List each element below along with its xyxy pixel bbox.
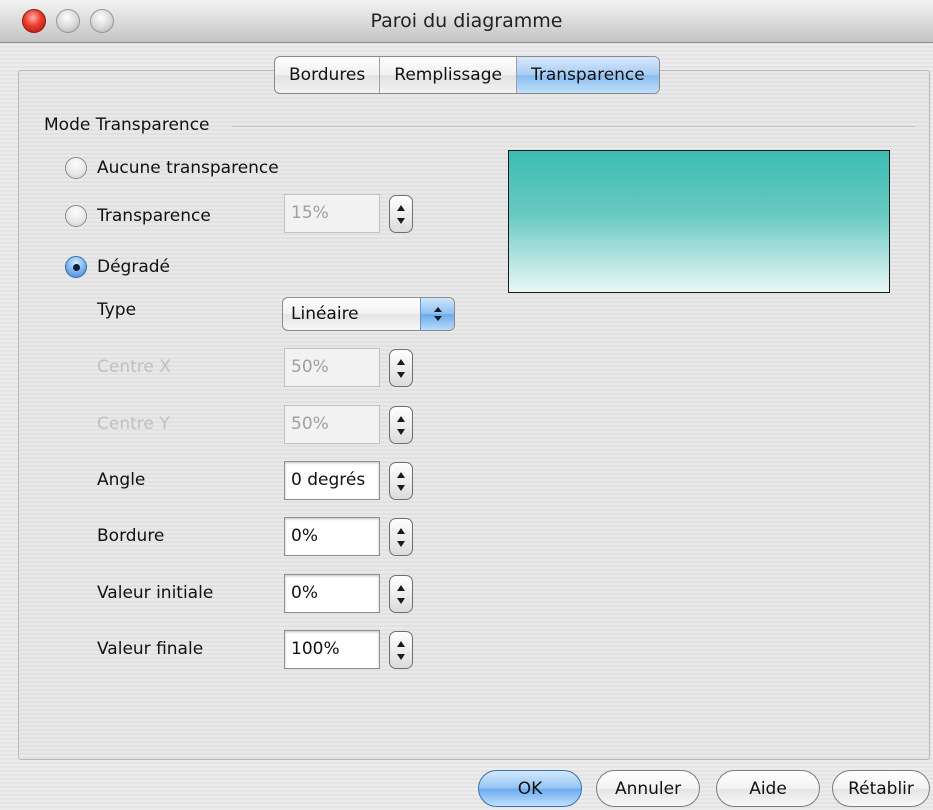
tab-bar: Bordures Remplissage Transparence bbox=[274, 56, 660, 94]
border-label: Bordure bbox=[97, 526, 165, 546]
stepper-down-icon[interactable] bbox=[397, 428, 405, 435]
stepper-down-icon[interactable] bbox=[397, 371, 405, 378]
angle-field[interactable]: 0 degrés bbox=[284, 461, 380, 500]
radio-label: Transparence bbox=[97, 206, 211, 226]
reset-button[interactable]: Rétablir bbox=[832, 770, 930, 807]
gradient-preview bbox=[508, 150, 890, 293]
title-bar: Paroi du diagramme bbox=[0, 0, 933, 43]
start-value-label: Valeur initiale bbox=[97, 583, 214, 603]
select-arrows-icon[interactable] bbox=[420, 298, 454, 330]
stepper-up-icon[interactable] bbox=[397, 527, 405, 534]
stepper-up-icon[interactable] bbox=[397, 358, 405, 365]
border-stepper[interactable] bbox=[389, 518, 413, 556]
stepper-down-icon[interactable] bbox=[397, 540, 405, 547]
border-field[interactable]: 0% bbox=[284, 517, 380, 556]
center-y-stepper[interactable] bbox=[389, 406, 413, 444]
radio-button[interactable] bbox=[65, 205, 87, 227]
radio-button-selected[interactable] bbox=[65, 256, 87, 278]
help-button[interactable]: Aide bbox=[716, 770, 820, 807]
stepper-down-icon[interactable] bbox=[397, 217, 405, 224]
radio-button[interactable] bbox=[65, 157, 87, 179]
stepper-up-icon[interactable] bbox=[397, 584, 405, 591]
transparency-value-field[interactable]: 15% bbox=[284, 194, 380, 233]
end-value-field[interactable]: 100% bbox=[284, 630, 380, 669]
radio-label: Aucune transparence bbox=[97, 158, 279, 178]
start-value-stepper[interactable] bbox=[389, 575, 413, 613]
stepper-up-icon[interactable] bbox=[397, 204, 405, 211]
end-value-label: Valeur finale bbox=[97, 639, 204, 659]
stepper-down-icon[interactable] bbox=[397, 597, 405, 604]
window-title: Paroi du diagramme bbox=[370, 10, 563, 32]
center-x-label: Centre X bbox=[97, 357, 171, 377]
start-value-field[interactable]: 0% bbox=[284, 574, 380, 613]
center-x-stepper[interactable] bbox=[389, 349, 413, 387]
center-x-field[interactable]: 50% bbox=[284, 348, 380, 387]
stepper-up-icon[interactable] bbox=[397, 640, 405, 647]
center-y-field[interactable]: 50% bbox=[284, 405, 380, 444]
ok-button[interactable]: OK bbox=[478, 770, 582, 807]
stepper-down-icon[interactable] bbox=[397, 484, 405, 491]
radio-gradient[interactable]: Dégradé bbox=[65, 256, 170, 278]
type-select-value: Linéaire bbox=[291, 304, 359, 324]
transparency-stepper[interactable] bbox=[389, 195, 413, 233]
stepper-up-icon[interactable] bbox=[397, 415, 405, 422]
tab-transparence[interactable]: Transparence bbox=[516, 57, 659, 93]
angle-label: Angle bbox=[97, 470, 146, 490]
type-label: Type bbox=[97, 300, 137, 320]
stepper-up-icon[interactable] bbox=[397, 471, 405, 478]
radio-no-transparency[interactable]: Aucune transparence bbox=[65, 157, 279, 179]
tab-bordures[interactable]: Bordures bbox=[275, 57, 381, 93]
stepper-down-icon[interactable] bbox=[397, 653, 405, 660]
type-select[interactable]: Linéaire bbox=[282, 297, 455, 331]
group-separator bbox=[232, 126, 915, 127]
tab-remplissage[interactable]: Remplissage bbox=[380, 57, 517, 93]
angle-stepper[interactable] bbox=[389, 462, 413, 500]
end-value-stepper[interactable] bbox=[389, 631, 413, 669]
cancel-button[interactable]: Annuler bbox=[596, 770, 700, 807]
radio-transparency[interactable]: Transparence bbox=[65, 205, 211, 227]
radio-label: Dégradé bbox=[97, 257, 170, 277]
mode-group-label: Mode Transparence bbox=[44, 115, 210, 135]
dialog-window: Paroi du diagramme Bordures Remplissage … bbox=[0, 0, 933, 810]
center-y-label: Centre Y bbox=[97, 414, 170, 434]
